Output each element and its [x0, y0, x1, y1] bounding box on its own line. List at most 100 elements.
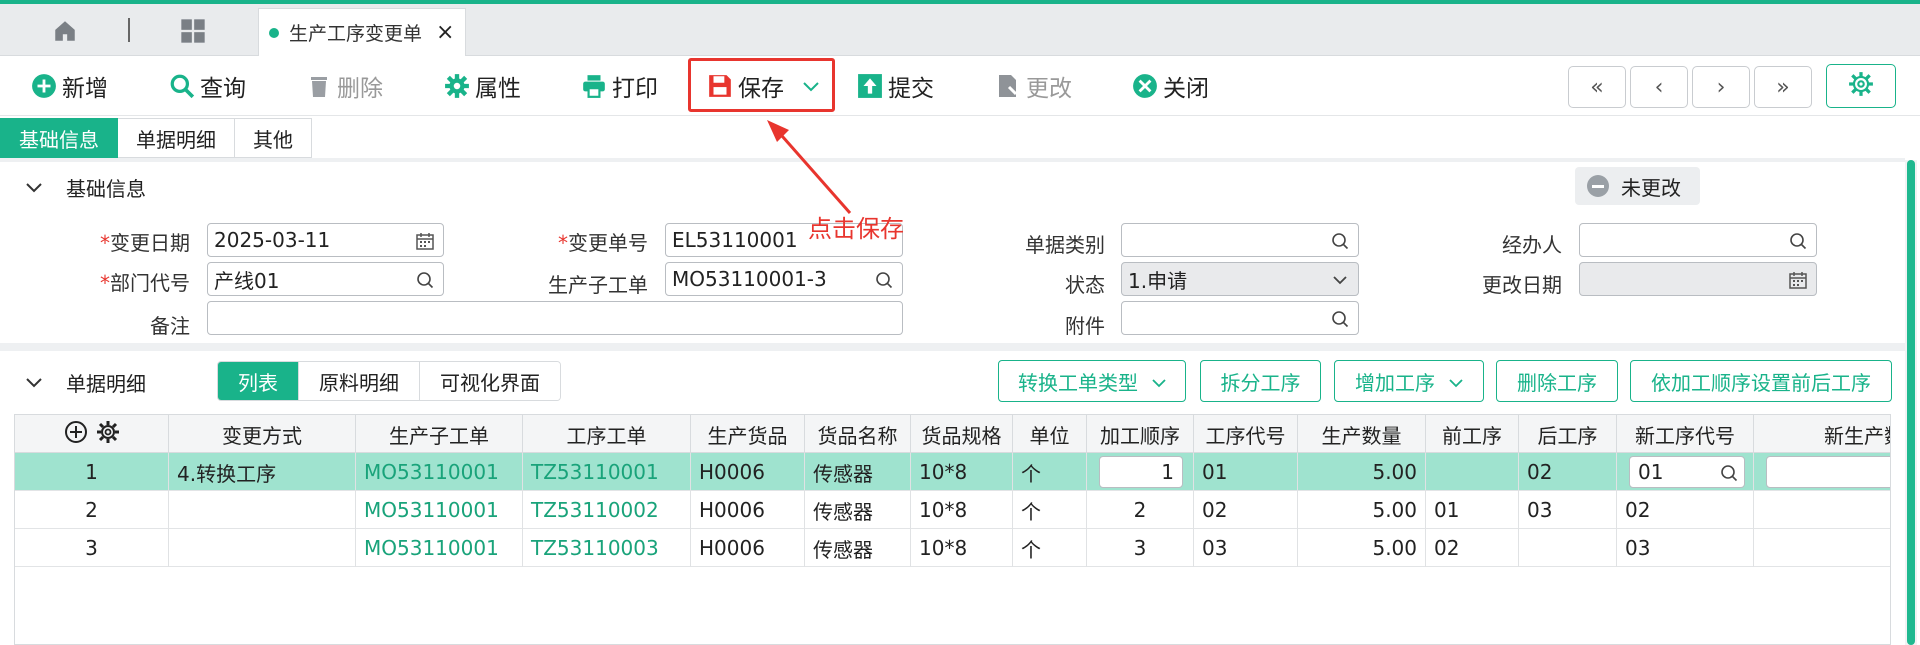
print-button[interactable]: 打印	[580, 68, 658, 104]
split-process-button[interactable]: 拆分工序	[1200, 360, 1321, 402]
cell-new-quantity[interactable]	[1754, 453, 1890, 491]
tab-doc-detail[interactable]: 单据明细	[118, 118, 235, 158]
delete-button[interactable]: 删除	[305, 68, 383, 104]
convert-order-type-button[interactable]: 转换工单类型	[998, 360, 1186, 402]
col-unit[interactable]: 单位	[1013, 415, 1087, 453]
scrollbar-thumb[interactable]	[1907, 160, 1915, 645]
vertical-scrollbar[interactable]	[1905, 160, 1917, 645]
table-row[interactable]: 1 4.转换工序 MO53110001 TZ53110001 H0006 传感器…	[15, 453, 1890, 491]
settings-button[interactable]	[1826, 64, 1896, 108]
chevron-down-icon[interactable]	[1330, 270, 1350, 290]
add-button[interactable]: 新增	[30, 68, 108, 104]
next-record-button[interactable]: ›	[1692, 66, 1750, 108]
table-row[interactable]: 2 MO53110001 TZ53110002 H0006 传感器 10*8 个…	[15, 491, 1890, 529]
set-sequence-button[interactable]: 依加工顺序设置前后工序	[1630, 360, 1892, 402]
prev-record-button[interactable]: ‹	[1630, 66, 1688, 108]
col-next-process[interactable]: 后工序	[1519, 415, 1617, 453]
modify-button[interactable]: 更改	[994, 68, 1072, 104]
search-icon[interactable]	[874, 270, 894, 290]
doc-type-field[interactable]	[1121, 223, 1359, 257]
cell-change-mode[interactable]	[169, 491, 356, 529]
last-record-button[interactable]: »	[1754, 66, 1812, 108]
search-icon[interactable]	[1788, 231, 1808, 251]
tab-other[interactable]: 其他	[235, 118, 312, 158]
cell-new-quantity[interactable]	[1754, 529, 1890, 567]
col-product-name[interactable]: 货品名称	[805, 415, 911, 453]
table-row[interactable]: 3 MO53110001 TZ53110003 H0006 传感器 10*8 个…	[15, 529, 1890, 567]
modify-date-field[interactable]	[1579, 262, 1817, 296]
handler-field[interactable]	[1579, 223, 1817, 257]
properties-button[interactable]: 属性	[443, 68, 521, 104]
col-new-quantity[interactable]: 新生产数	[1754, 415, 1890, 453]
status-badge-text: 未更改	[1621, 175, 1681, 200]
col-new-process-code[interactable]: 新工序代号	[1617, 415, 1754, 453]
search-icon[interactable]	[1330, 231, 1350, 251]
tab-visual-view[interactable]: 可视化界面	[420, 362, 560, 400]
submit-button[interactable]: 提交	[856, 68, 934, 104]
new-quantity-input[interactable]	[1766, 456, 1890, 488]
col-sub-order[interactable]: 生产子工单	[356, 415, 523, 453]
col-quantity[interactable]: 生产数量	[1298, 415, 1426, 453]
remark-field[interactable]	[207, 301, 903, 335]
cell-new-quantity[interactable]	[1754, 491, 1890, 529]
cell-new-process-code[interactable]: 01	[1617, 453, 1754, 491]
add-row-icon[interactable]	[64, 420, 88, 449]
cell-sub-order-link[interactable]: MO53110001	[356, 529, 523, 567]
col-process-order[interactable]: 工序工单	[523, 415, 691, 453]
close-button[interactable]: 关闭	[1131, 68, 1209, 104]
new-process-code-input[interactable]: 01	[1629, 456, 1745, 488]
col-sequence[interactable]: 加工顺序	[1087, 415, 1194, 453]
delete-process-button[interactable]: 删除工序	[1496, 360, 1618, 402]
col-product-spec[interactable]: 货品规格	[911, 415, 1013, 453]
cell-sub-order-link[interactable]: MO53110001	[356, 453, 523, 491]
search-icon[interactable]	[415, 270, 435, 290]
gear-icon[interactable]	[96, 420, 120, 449]
attach-field[interactable]	[1121, 301, 1359, 335]
cell-new-process-code[interactable]: 02	[1617, 491, 1754, 529]
col-product[interactable]: 生产货品	[691, 415, 805, 453]
save-highlight-box	[688, 58, 835, 112]
search-icon[interactable]	[1720, 463, 1738, 487]
add-process-button[interactable]: 增加工序	[1334, 360, 1484, 402]
cell-process-order-link[interactable]: TZ53110001	[523, 453, 691, 491]
sequence-input[interactable]: 1	[1099, 456, 1183, 488]
home-icon[interactable]	[50, 16, 80, 46]
cell-process-order-link[interactable]: TZ53110002	[523, 491, 691, 529]
calendar-icon[interactable]	[1788, 270, 1808, 290]
cell-sequence[interactable]: 2	[1087, 491, 1194, 529]
cell-process-order-link[interactable]: TZ53110003	[523, 529, 691, 567]
cell-sub-order-link[interactable]: MO53110001	[356, 491, 523, 529]
dept-field[interactable]: 产线01	[207, 262, 444, 296]
field-value: 2025-03-11	[214, 228, 331, 252]
tab-production-change-order[interactable]: 生产工序变更单 ×	[258, 8, 466, 56]
query-button[interactable]: 查询	[168, 68, 246, 104]
cell-sequence[interactable]: 1	[1087, 453, 1194, 491]
plus-circle-icon	[30, 72, 58, 100]
close-tab-icon[interactable]: ×	[436, 20, 454, 45]
col-prev-process[interactable]: 前工序	[1426, 415, 1519, 453]
cell-sequence[interactable]: 3	[1087, 529, 1194, 567]
search-icon[interactable]	[1330, 309, 1350, 329]
col-process-code[interactable]: 工序代号	[1194, 415, 1298, 453]
col-change-mode[interactable]: 变更方式	[169, 415, 356, 453]
sub-order-label: 生产子工单	[520, 269, 648, 298]
status-select[interactable]: 1.申请	[1121, 262, 1359, 296]
tab-material-detail[interactable]: 原料明细	[299, 362, 420, 400]
sub-order-field[interactable]: MO53110001-3	[665, 262, 903, 296]
cell-new-process-code[interactable]: 03	[1617, 529, 1754, 567]
cell-change-mode[interactable]: 4.转换工序	[169, 453, 356, 491]
cell-change-mode[interactable]	[169, 529, 356, 567]
required-mark: *	[100, 271, 110, 295]
calendar-icon[interactable]	[415, 231, 435, 251]
change-date-field[interactable]: 2025-03-11	[207, 223, 444, 257]
handler-label: 经办人	[1420, 229, 1562, 258]
grid-menu-icon[interactable]	[178, 16, 208, 46]
chevron-down-icon[interactable]	[24, 372, 44, 397]
tab-list[interactable]: 列表	[218, 362, 299, 400]
query-label: 查询	[200, 76, 246, 102]
tab-basic-info[interactable]: 基础信息	[0, 118, 118, 158]
cell-product: H0006	[691, 453, 805, 491]
first-record-button[interactable]: «	[1568, 66, 1626, 108]
chevron-down-icon	[1152, 369, 1166, 393]
chevron-down-icon[interactable]	[24, 177, 44, 202]
